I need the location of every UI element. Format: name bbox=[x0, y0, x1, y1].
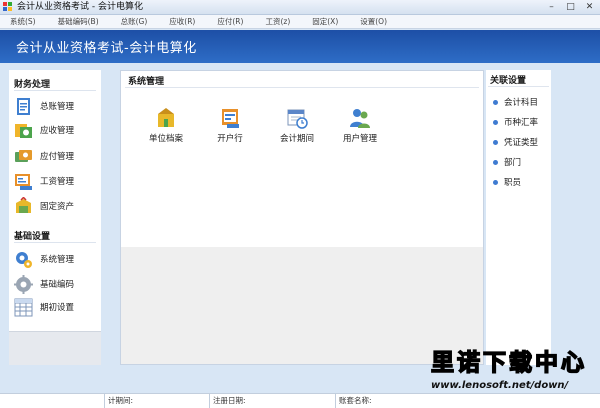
bullet-icon bbox=[493, 139, 498, 145]
bullet-icon bbox=[493, 119, 498, 125]
main-item-label: 单位档案 bbox=[148, 134, 183, 144]
receivable-icon bbox=[14, 121, 33, 140]
sidebar-item-label: 期初设置 bbox=[40, 303, 75, 313]
calendar-clock-icon bbox=[286, 107, 308, 129]
fixed-assets-icon bbox=[14, 196, 33, 216]
related-item-chart-of-accounts[interactable]: 会计科目 bbox=[493, 95, 538, 109]
status-account-set-name: 账套名称: bbox=[335, 394, 372, 408]
sidebar-item-receivable[interactable]: 应收管理 bbox=[14, 120, 98, 140]
main-item-user-management[interactable]: 用户管理 bbox=[330, 107, 390, 144]
app-logo-icon bbox=[3, 2, 13, 12]
sidebar-item-label: 固定资产 bbox=[40, 202, 75, 212]
related-item-employee[interactable]: 职员 bbox=[493, 175, 521, 189]
related-divider bbox=[488, 86, 549, 87]
system-gear-icon bbox=[14, 250, 33, 269]
bullet-icon bbox=[493, 99, 498, 105]
grid-table-icon bbox=[14, 298, 33, 317]
sidebar-item-label: 应收管理 bbox=[40, 126, 75, 136]
window-titlebar[interactable]: 会计从业资格考试 - 会计电算化 – □ ✕ bbox=[0, 0, 600, 15]
bullet-icon bbox=[493, 159, 498, 165]
main-panel: 系统管理 单位档案 开户行 会计期间 用户管理 bbox=[120, 70, 484, 365]
maximize-icon[interactable]: □ bbox=[562, 1, 579, 13]
sidebar-item-label: 系统管理 bbox=[40, 255, 75, 265]
main-panel-footer bbox=[121, 247, 483, 364]
sidebar-item-opening-setup[interactable]: 期初设置 bbox=[14, 297, 98, 317]
watermark-url: www.lenosoft.net/down/ bbox=[431, 380, 569, 391]
sidebar-item-fixed-assets[interactable]: 固定资产 bbox=[14, 196, 98, 216]
encoding-gear-icon bbox=[14, 274, 33, 294]
main-panel-title: 系统管理 bbox=[128, 77, 165, 87]
main-item-label: 会计期间 bbox=[279, 134, 314, 144]
status-bar: 计期间: 注册日期: 账套名称: bbox=[0, 393, 600, 408]
sidebar-item-label: 工资管理 bbox=[40, 177, 75, 187]
related-item-label: 职员 bbox=[504, 178, 522, 188]
sidebar-divider bbox=[14, 242, 96, 243]
ledger-icon bbox=[14, 97, 33, 116]
sidebar-item-label: 总账管理 bbox=[40, 102, 75, 112]
bank-card-icon bbox=[219, 107, 241, 129]
status-period: 计期间: bbox=[104, 394, 133, 408]
related-item-department[interactable]: 部门 bbox=[493, 155, 521, 169]
related-item-label: 凭证类型 bbox=[504, 138, 539, 148]
sidebar-heading-basic-settings: 基础设置 bbox=[14, 232, 51, 242]
header-banner: 会计从业资格考试-会计电算化 bbox=[0, 30, 600, 63]
sidebar-item-payable[interactable]: 应付管理 bbox=[14, 146, 98, 166]
menu-general-ledger[interactable]: 总账(G) bbox=[121, 15, 148, 28]
menu-payable[interactable]: 应付(R) bbox=[217, 15, 243, 28]
sidebar-item-system-management[interactable]: 系统管理 bbox=[14, 249, 98, 269]
related-item-label: 会计科目 bbox=[504, 98, 539, 108]
sidebar-footer bbox=[9, 331, 101, 365]
menu-bar: 系统(S) 基础编码(B) 总账(G) 应收(R) 应付(R) 工资(z) 固定… bbox=[0, 15, 600, 29]
main-item-accounting-period[interactable]: 会计期间 bbox=[267, 107, 327, 144]
sidebar-item-basic-encoding[interactable]: 基础编码 bbox=[14, 274, 98, 294]
site-watermark: 里诺下载中心 www.lenosoft.net/down/ bbox=[430, 343, 593, 395]
minimize-icon[interactable]: – bbox=[543, 1, 560, 13]
main-item-label: 用户管理 bbox=[342, 134, 377, 144]
related-item-voucher-type[interactable]: 凭证类型 bbox=[493, 135, 538, 149]
watermark-brand: 里诺下载中心 bbox=[430, 348, 587, 377]
sidebar-item-label: 基础编码 bbox=[40, 280, 75, 290]
menu-payroll[interactable]: 工资(z) bbox=[265, 15, 290, 28]
main-item-label: 开户行 bbox=[217, 134, 243, 144]
related-item-currency-rate[interactable]: 币种汇率 bbox=[493, 115, 538, 129]
menu-receivable[interactable]: 应收(R) bbox=[169, 15, 195, 28]
menu-settings[interactable]: 设置(O) bbox=[360, 15, 387, 28]
related-item-label: 部门 bbox=[504, 158, 522, 168]
related-settings-panel: 关联设置 会计科目 币种汇率 凭证类型 部门 职员 bbox=[486, 70, 551, 365]
payable-icon bbox=[14, 147, 33, 166]
menu-basic-encoding[interactable]: 基础编码(B) bbox=[58, 15, 99, 28]
menu-system[interactable]: 系统(S) bbox=[10, 15, 36, 28]
sidebar-divider bbox=[14, 90, 96, 91]
sidebar: 财务处理 总账管理 应收管理 应付管理 工资管理 固定资产 基础设置 系统管理 … bbox=[9, 70, 101, 365]
main-divider bbox=[125, 87, 479, 88]
payroll-icon bbox=[14, 172, 33, 191]
sidebar-heading-finance: 财务处理 bbox=[14, 80, 51, 90]
close-icon[interactable]: ✕ bbox=[581, 1, 598, 13]
related-settings-title: 关联设置 bbox=[490, 76, 527, 86]
related-item-label: 币种汇率 bbox=[504, 118, 539, 128]
main-item-bank[interactable]: 开户行 bbox=[200, 107, 260, 144]
window-title: 会计从业资格考试 - 会计电算化 bbox=[17, 2, 143, 12]
company-file-icon bbox=[155, 107, 177, 129]
menu-fixed-assets[interactable]: 固定(X) bbox=[312, 15, 338, 28]
bullet-icon bbox=[493, 179, 498, 185]
status-register-date: 注册日期: bbox=[209, 394, 246, 408]
sidebar-item-ledger[interactable]: 总账管理 bbox=[14, 96, 98, 116]
users-icon bbox=[349, 107, 371, 129]
banner-title: 会计从业资格考试-会计电算化 bbox=[16, 41, 197, 56]
sidebar-item-payroll[interactable]: 工资管理 bbox=[14, 171, 98, 191]
main-item-company-file[interactable]: 单位档案 bbox=[136, 107, 196, 144]
sidebar-item-label: 应付管理 bbox=[40, 152, 75, 162]
